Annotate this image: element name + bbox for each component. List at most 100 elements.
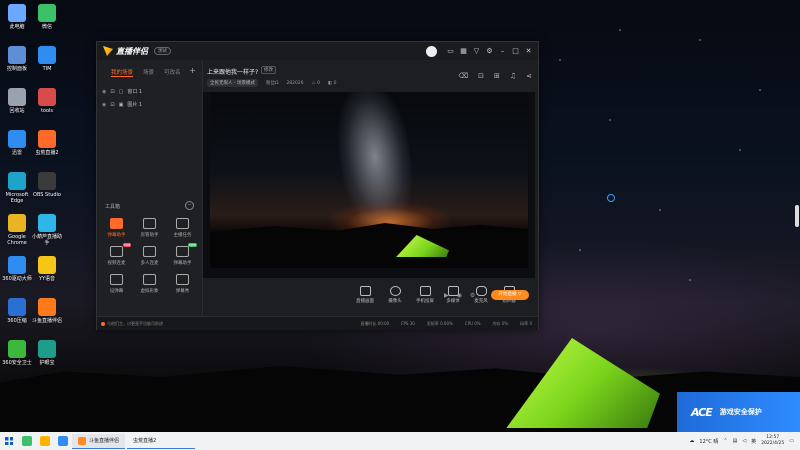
weather-icon[interactable]: ☁ [689, 438, 694, 444]
lock-icon[interactable]: ⊡ [110, 102, 114, 108]
tool-item[interactable]: hot 视频连麦 [100, 243, 133, 266]
lock-icon[interactable]: ⊡ [110, 89, 114, 95]
desktop-icon[interactable]: OBS Studio [30, 172, 64, 198]
desktop-icon[interactable]: 回收站 [0, 88, 34, 114]
stat-item: 码率 0 [520, 320, 532, 326]
room-title[interactable]: 上来跟他我一样子? [207, 67, 258, 76]
tool-item[interactable]: 主播任务 [166, 218, 199, 238]
shirt-icon[interactable]: ▽ [473, 47, 480, 55]
tool-item[interactable]: 弹幕秀 [166, 274, 199, 294]
screenshot-icon[interactable]: ⊞ [494, 72, 500, 80]
window-icon: ▢ [118, 88, 124, 95]
viewers-count: ◧ 0 [327, 80, 337, 86]
eye-icon[interactable]: ◉ [102, 89, 106, 95]
tab-rename[interactable]: 可改名 [164, 68, 181, 77]
tool-label: 多人连麦 [140, 261, 159, 266]
desktop-icon[interactable]: tools [30, 88, 64, 114]
tool-badge: new [187, 243, 197, 247]
taskbar: 斗鱼直播伴侣 虫荒直播2 ☁ 12°C 晴 ⌃ ▤ ◁ 英 12:57 2022/… [0, 432, 800, 450]
desktop-icon[interactable]: YY语音 [30, 256, 64, 282]
tool-item[interactable]: 虚拟形象 [133, 274, 166, 294]
tab-scene[interactable]: 场景 [143, 68, 154, 77]
tim-taskbar-icon[interactable] [58, 436, 68, 446]
taskbar-task-stream[interactable]: 虫荒直播2 [127, 434, 196, 449]
desktop-icon[interactable]: 360安全卫士 [0, 340, 34, 366]
source-item[interactable]: ◉ ⊡ ▢ 窗口 1 [97, 85, 202, 98]
desktop-icon[interactable]: 微信 [30, 4, 64, 30]
lock-icon[interactable]: ⊡ [478, 72, 484, 80]
desktop-icon[interactable]: 虫荒直播2 [30, 130, 64, 156]
taskbar-task-douyu[interactable]: 斗鱼直播伴侣 [72, 433, 126, 449]
tool-item[interactable]: 房管助手 [133, 218, 166, 238]
tab-my-scene[interactable]: 我的场景 [111, 68, 134, 77]
desktop-icon[interactable]: 360驱动大师 [0, 256, 34, 282]
desktop-icon[interactable]: Google Chrome [0, 214, 34, 246]
desktop-icon[interactable]: 斗鱼直播伴侣 [30, 298, 64, 324]
tool-label: 弹幕助手 [173, 261, 192, 266]
bell-icon[interactable]: ♫ [510, 72, 516, 80]
avatar[interactable] [426, 45, 437, 57]
recycle-bin-icon [8, 88, 26, 106]
stream-preview[interactable] [203, 92, 535, 278]
desktop-icon[interactable]: 护眼宝 [30, 340, 64, 366]
weather-text[interactable]: 12°C 晴 [699, 438, 718, 445]
room-meta: 全民无限人 - 场景模式 粉丝Ω 282026 ♨ 0 ◧ 0 [207, 79, 337, 87]
desktop-icon[interactable]: 迅雷 [0, 130, 34, 156]
title-bar[interactable]: 直播伴侣 测试 ▭ ▦ ▽ ⚙ – □ ✕ [97, 42, 538, 60]
tool-item[interactable]: 多人连麦 [133, 246, 166, 266]
obs-icon [38, 172, 56, 190]
share-icon[interactable]: ⋖ [526, 72, 532, 80]
xunlei-icon [8, 130, 26, 148]
stat-item: 内存 0% [492, 320, 509, 326]
desktop-icon[interactable]: 360压缩 [0, 298, 34, 324]
edit-title-button[interactable]: 修改 [261, 66, 276, 74]
add-scene-icon[interactable]: + [189, 66, 196, 75]
eye-icon[interactable]: ◉ [102, 102, 106, 108]
input-method-icon[interactable]: 英 [751, 438, 756, 445]
desktop-icon[interactable]: 控制面板 [0, 46, 34, 72]
close-icon[interactable]: ✕ [525, 47, 532, 55]
record-icon[interactable]: ▶ [444, 292, 449, 299]
file-explorer-icon[interactable] [40, 436, 50, 446]
windows-logo-icon [5, 437, 13, 445]
collapse-icon[interactable]: − [185, 201, 194, 210]
tool-icon [176, 274, 189, 285]
wechat-taskbar-icon[interactable] [22, 436, 32, 446]
settings-icon[interactable]: ⚙ [486, 47, 493, 55]
layout-icon[interactable]: ▦ [460, 47, 467, 55]
desktop-icon[interactable]: 小葫芦直播助手 [30, 214, 64, 246]
tool-item[interactable]: 弹幕助手 [100, 218, 133, 238]
desktop-icon[interactable]: 此电脑 [0, 4, 34, 30]
stream-app-icon [38, 130, 56, 148]
trash-icon[interactable]: ⌫ [458, 72, 468, 80]
ace-protection-banner[interactable]: ACE 游戏安全保护 [677, 392, 800, 432]
eye-icon[interactable]: ◉ [457, 292, 462, 299]
notification-icon[interactable]: ▭ [789, 438, 794, 444]
monitor-icon[interactable]: ▭ [447, 47, 454, 55]
network-icon[interactable]: ▤ [733, 438, 738, 444]
phone-cast-button[interactable]: 手机投屏 [411, 286, 439, 304]
desktop-icon[interactable]: Microsoft Edge [0, 172, 34, 204]
start-live-button[interactable]: 开始直播 ▽ [491, 290, 529, 300]
desktop-icon[interactable]: TIM [30, 46, 64, 72]
camera-button[interactable]: 摄像头 [381, 286, 409, 304]
version-chip[interactable]: 测试 [154, 47, 171, 55]
status-message: 与他们主，讨更直手功能可前进 [101, 321, 163, 327]
maximize-icon[interactable]: □ [512, 47, 519, 55]
edge-scrollbar[interactable] [795, 205, 799, 227]
chevron-up-icon[interactable]: ⌃ [723, 438, 727, 444]
tool-item[interactable]: 设弹幕 [100, 274, 133, 294]
desktop-icon-label: 360压缩 [7, 318, 27, 324]
minimize-icon[interactable]: – [499, 47, 506, 55]
volume-icon[interactable]: ◁ [742, 438, 746, 444]
start-button[interactable] [0, 432, 18, 450]
clock[interactable]: 12:57 2022/4/25 [761, 435, 784, 447]
source-label: 窗口 1 [127, 89, 143, 95]
screen-capture-button[interactable]: 直播画面 [351, 286, 379, 304]
tools-icon [38, 88, 56, 106]
settings-icon[interactable]: ⚙ [470, 292, 475, 299]
tool-item[interactable]: new 弹幕助手 [166, 243, 199, 266]
tool-icon: new [176, 243, 197, 257]
source-item[interactable]: ◉ ⊡ ▣ 图片 1 [97, 98, 202, 111]
category-chip[interactable]: 全民无限人 - 场景模式 [207, 79, 258, 87]
